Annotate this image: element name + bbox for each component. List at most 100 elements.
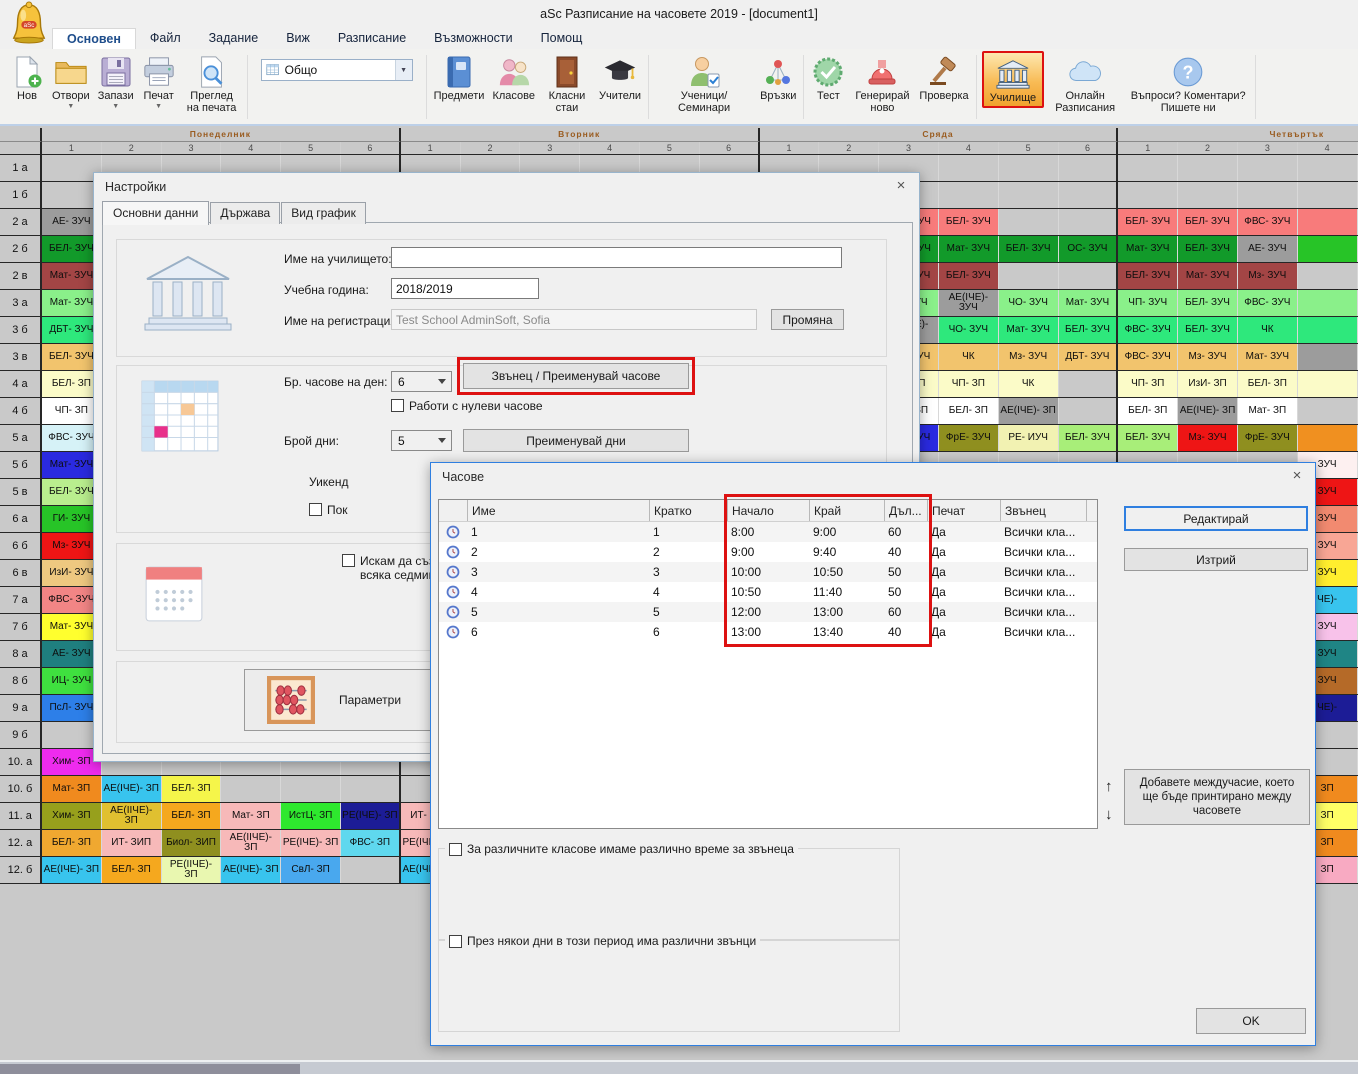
bell-rename-button[interactable]: Звънец / Преименувай часове <box>463 363 689 389</box>
menu-tab-Помощ[interactable]: Помощ <box>527 28 597 49</box>
class-row-label[interactable]: 7 а <box>0 587 42 613</box>
hscrollbar-thumb[interactable] <box>0 1064 300 1074</box>
timetable-cell[interactable]: ФрЕ- ЗУЧ <box>939 425 999 451</box>
class-row-label[interactable]: 2 б <box>0 236 42 262</box>
timetable-cell[interactable]: БЕЛ- ЗУЧ <box>1178 317 1238 343</box>
timetable-cell[interactable] <box>341 857 401 883</box>
timetable-cell[interactable]: ФрЕ- ЗУЧ <box>1238 425 1298 451</box>
days-count-select[interactable]: 5 <box>391 430 452 451</box>
timetable-cell[interactable]: АЕ(IЧЕ)- ЗП <box>221 857 281 883</box>
move-down-icon[interactable]: ↓ <box>1105 806 1113 823</box>
class-row-label[interactable]: 3 в <box>0 344 42 370</box>
timetable-cell[interactable]: ИТ- ЗИП <box>102 830 162 856</box>
column-header-Начало[interactable]: Начало <box>727 500 809 521</box>
menu-tab-Разписание[interactable]: Разписание <box>324 28 420 49</box>
column-header-Име[interactable]: Име <box>467 500 649 521</box>
partial-checkbox[interactable] <box>309 503 322 516</box>
view-combo-dropdown-icon[interactable]: ▼ <box>395 60 412 80</box>
class-row-label[interactable]: 4 б <box>0 398 42 424</box>
timetable-cell[interactable]: ЧК <box>999 371 1059 397</box>
class-row-label[interactable]: 11. а <box>0 803 42 829</box>
teachers-button[interactable]: Учители <box>595 51 645 102</box>
timetable-cell[interactable]: Мат- ЗУЧ <box>1238 344 1298 370</box>
settings-tab-Основни данни[interactable]: Основни данни <box>102 201 209 225</box>
timetable-cell[interactable]: Биол- ЗИП <box>162 830 222 856</box>
settings-tab-Държава[interactable]: Държава <box>210 202 280 224</box>
students-button[interactable]: Ученици/Семинари <box>652 51 756 114</box>
column-header-Край[interactable]: Край <box>809 500 884 521</box>
timetable-cell[interactable]: ФВС- ЗУЧ <box>1238 290 1298 316</box>
view-combo[interactable]: Общо ▼ <box>261 59 413 81</box>
questions-button[interactable]: ? Въпроси? Коментари? Пишете ни <box>1124 51 1252 114</box>
timetable-cell[interactable]: ЧО- ЗУЧ <box>999 290 1059 316</box>
timetable-cell[interactable] <box>999 182 1059 208</box>
timetable-cell[interactable] <box>1298 263 1358 289</box>
timetable-cell[interactable]: Мз- ЗУЧ <box>1238 263 1298 289</box>
timetable-cell[interactable]: Мат- ЗП <box>221 803 281 829</box>
timetable-cell[interactable]: Мз- ЗУЧ <box>1178 344 1238 370</box>
timetable-cell[interactable]: ЧП- ЗП <box>1118 371 1178 397</box>
class-row-label[interactable]: 6 б <box>0 533 42 559</box>
zero-periods-checkbox-row[interactable]: Работи с нулеви часове <box>391 399 543 413</box>
timetable-cell[interactable]: СвЛ- ЗП <box>281 857 341 883</box>
timetable-cell[interactable] <box>1178 155 1238 181</box>
add-break-button[interactable]: Добавете междучасие, което ще бъде принт… <box>1124 769 1310 825</box>
timetable-cell[interactable] <box>1298 182 1358 208</box>
timetable-cell[interactable]: АЕ(IIЧЕ)- ЗП <box>221 830 281 856</box>
timetable-cell[interactable]: Мат- ЗУЧ <box>1118 236 1178 262</box>
timetable-cell[interactable]: Мз- ЗУЧ <box>1178 425 1238 451</box>
new-button[interactable]: Нов <box>6 51 48 102</box>
column-header-Дъл...[interactable]: Дъл... <box>884 500 927 521</box>
timetable-cell[interactable]: АЕ(IЧЕ)- ЗП <box>102 776 162 802</box>
class-row-label[interactable]: 4 а <box>0 371 42 397</box>
timetable-cell[interactable] <box>999 263 1059 289</box>
timetable-cell[interactable]: Мат- ЗП <box>42 776 102 802</box>
timetable-cell[interactable]: Мз- ЗУЧ <box>999 344 1059 370</box>
periods-per-day-select[interactable]: 6 <box>391 371 452 392</box>
timetable-cell[interactable]: ЧО- ЗУЧ <box>939 317 999 343</box>
class-row-label[interactable]: 8 б <box>0 668 42 694</box>
timetable-cell[interactable]: АЕ(IIЧЕ)- ЗП <box>102 803 162 829</box>
timetable-cell[interactable]: ФВС- ЗУЧ <box>1118 344 1178 370</box>
column-header-Кратко[interactable]: Кратко <box>649 500 727 521</box>
timetable-cell[interactable]: ДБТ- ЗУЧ <box>1059 344 1119 370</box>
timetable-cell[interactable] <box>341 776 401 802</box>
timetable-cell[interactable] <box>1059 263 1119 289</box>
generate-button[interactable]: Генерирай ново <box>849 51 915 114</box>
menu-tab-Виж[interactable]: Виж <box>272 28 324 49</box>
timetable-cell[interactable]: Мат- ЗУЧ <box>1059 290 1119 316</box>
menu-tab-Възможности[interactable]: Възможности <box>420 28 526 49</box>
test-button[interactable]: Тест <box>807 51 849 102</box>
edit-button[interactable]: Редактирай <box>1124 506 1308 531</box>
timetable-cell[interactable]: БЕЛ- ЗП <box>162 803 222 829</box>
partial-checkbox-row[interactable]: Пок <box>309 503 348 517</box>
period-row[interactable]: 4410:5011:4050ДаВсички кла... <box>439 582 1097 602</box>
timetable-cell[interactable] <box>939 182 999 208</box>
class-row-label[interactable]: 2 а <box>0 209 42 235</box>
class-row-label[interactable]: 12. б <box>0 857 42 883</box>
classrooms-button[interactable]: Класни стаи <box>539 51 595 114</box>
timetable-cell[interactable] <box>221 776 281 802</box>
print-preview-button[interactable]: Преглед на печата <box>180 51 244 114</box>
timetable-cell[interactable]: БЕЛ- ЗУЧ <box>1118 425 1178 451</box>
class-row-label[interactable]: 7 б <box>0 614 42 640</box>
links-button[interactable]: Връзки <box>756 51 800 102</box>
class-row-label[interactable]: 1 б <box>0 182 42 208</box>
class-row-label[interactable]: 9 б <box>0 722 42 748</box>
change-button[interactable]: Промяна <box>771 309 844 330</box>
class-row-label[interactable]: 6 а <box>0 506 42 532</box>
school-year-input[interactable] <box>391 278 539 299</box>
periods-close-icon[interactable]: × <box>1288 467 1306 484</box>
timetable-cell[interactable] <box>1059 155 1119 181</box>
timetable-cell[interactable] <box>1298 425 1358 451</box>
timetable-cell[interactable] <box>1178 182 1238 208</box>
classes-button[interactable]: Класове <box>488 51 539 102</box>
menu-tab-Основен[interactable]: Основен <box>52 28 136 49</box>
timetable-cell[interactable] <box>1298 209 1358 235</box>
timetable-cell[interactable]: ФВС- ЗП <box>341 830 401 856</box>
timetable-cell[interactable]: БЕЛ- ЗП <box>102 857 162 883</box>
timetable-cell[interactable] <box>1298 155 1358 181</box>
timetable-cell[interactable] <box>1298 371 1358 397</box>
print-button[interactable]: Печат ▼ <box>138 51 180 111</box>
timetable-cell[interactable]: ЧП- ЗП <box>939 371 999 397</box>
